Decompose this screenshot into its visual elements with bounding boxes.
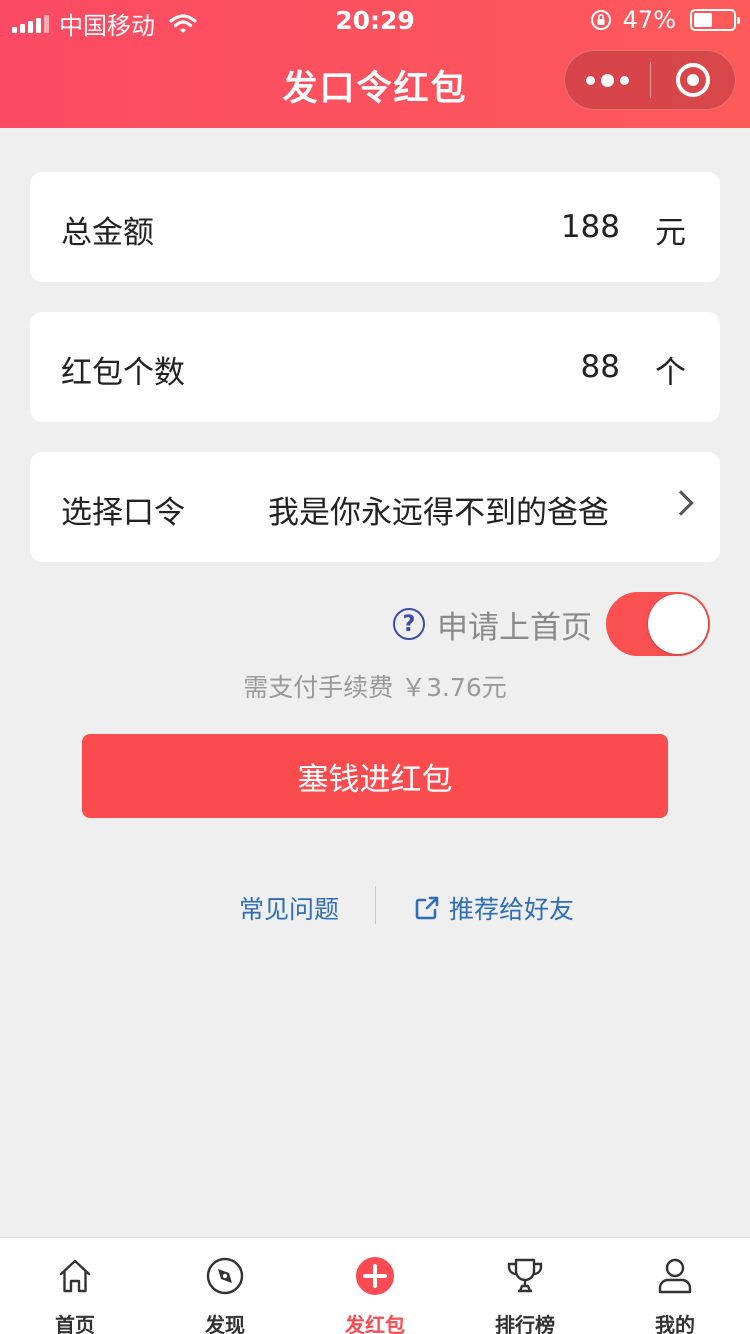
command-value: 我是你永远得不到的爸爸 — [268, 495, 609, 531]
amount-value[interactable]: 188 — [561, 209, 620, 245]
count-unit: 个 — [655, 355, 686, 391]
tab-label: 排行榜 — [495, 1313, 555, 1334]
apply-home-row: ? 申请上首页 — [393, 592, 710, 656]
trophy-icon — [507, 1258, 543, 1293]
app-header: 中国移动 20:29 47% 发口令红包 — [0, 0, 750, 128]
tab-profile[interactable]: 我的 — [600, 1238, 750, 1334]
apply-home-toggle[interactable] — [606, 592, 710, 656]
tab-label: 发现 — [205, 1313, 245, 1334]
more-dots-icon — [586, 75, 595, 85]
compass-icon — [206, 1257, 244, 1295]
battery-level — [694, 13, 712, 27]
share-icon — [415, 896, 439, 920]
chevron-right-icon — [668, 490, 694, 516]
amount-unit: 元 — [655, 215, 686, 251]
miniapp-capsule — [564, 50, 736, 110]
tab-home[interactable]: 首页 — [0, 1238, 150, 1334]
tab-bar: 首页 发现 发红包 排行榜 我的 — [0, 1237, 750, 1334]
user-icon — [658, 1258, 692, 1294]
amount-label: 总金额 — [61, 215, 154, 251]
command-label: 选择口令 — [61, 495, 185, 531]
count-label: 红包个数 — [61, 355, 185, 391]
tab-send-redpacket[interactable]: 发红包 — [300, 1238, 450, 1334]
count-field[interactable]: 红包个数 88 个 — [30, 312, 720, 422]
close-miniapp-button[interactable] — [651, 50, 735, 110]
tab-label: 我的 — [655, 1313, 695, 1334]
amount-field[interactable]: 总金额 188 元 — [30, 172, 720, 282]
help-icon[interactable]: ? — [393, 608, 425, 640]
tab-discover[interactable]: 发现 — [150, 1238, 300, 1334]
submit-button[interactable]: 塞钱进红包 — [82, 734, 668, 818]
more-button[interactable] — [565, 50, 650, 110]
count-value[interactable]: 88 — [581, 349, 620, 385]
status-right: 47% — [589, 6, 740, 34]
target-icon — [675, 63, 710, 97]
home-icon — [59, 1259, 91, 1293]
faq-link[interactable]: 常见问题 — [239, 890, 339, 926]
toggle-knob — [648, 594, 708, 654]
links-divider — [375, 886, 376, 924]
tab-label: 发红包 — [345, 1313, 405, 1334]
rotation-lock-icon — [590, 10, 611, 30]
status-bar: 中国移动 20:29 47% — [0, 0, 750, 40]
share-link[interactable]: 推荐给好友 — [413, 890, 574, 926]
apply-home-label: 申请上首页 — [437, 609, 592, 646]
fee-text: 需支付手续费 ￥3.76元 — [243, 673, 507, 702]
plus-circle-icon — [356, 1257, 394, 1295]
tab-label: 首页 — [55, 1313, 95, 1334]
battery-icon — [690, 9, 740, 31]
battery-percent: 47% — [622, 6, 676, 34]
share-link-label: 推荐给好友 — [449, 895, 575, 924]
command-select[interactable]: 选择口令 我是你永远得不到的爸爸 — [30, 452, 720, 562]
footer-links: 常见问题 推荐给好友 — [0, 886, 750, 926]
tab-ranking[interactable]: 排行榜 — [450, 1238, 600, 1334]
